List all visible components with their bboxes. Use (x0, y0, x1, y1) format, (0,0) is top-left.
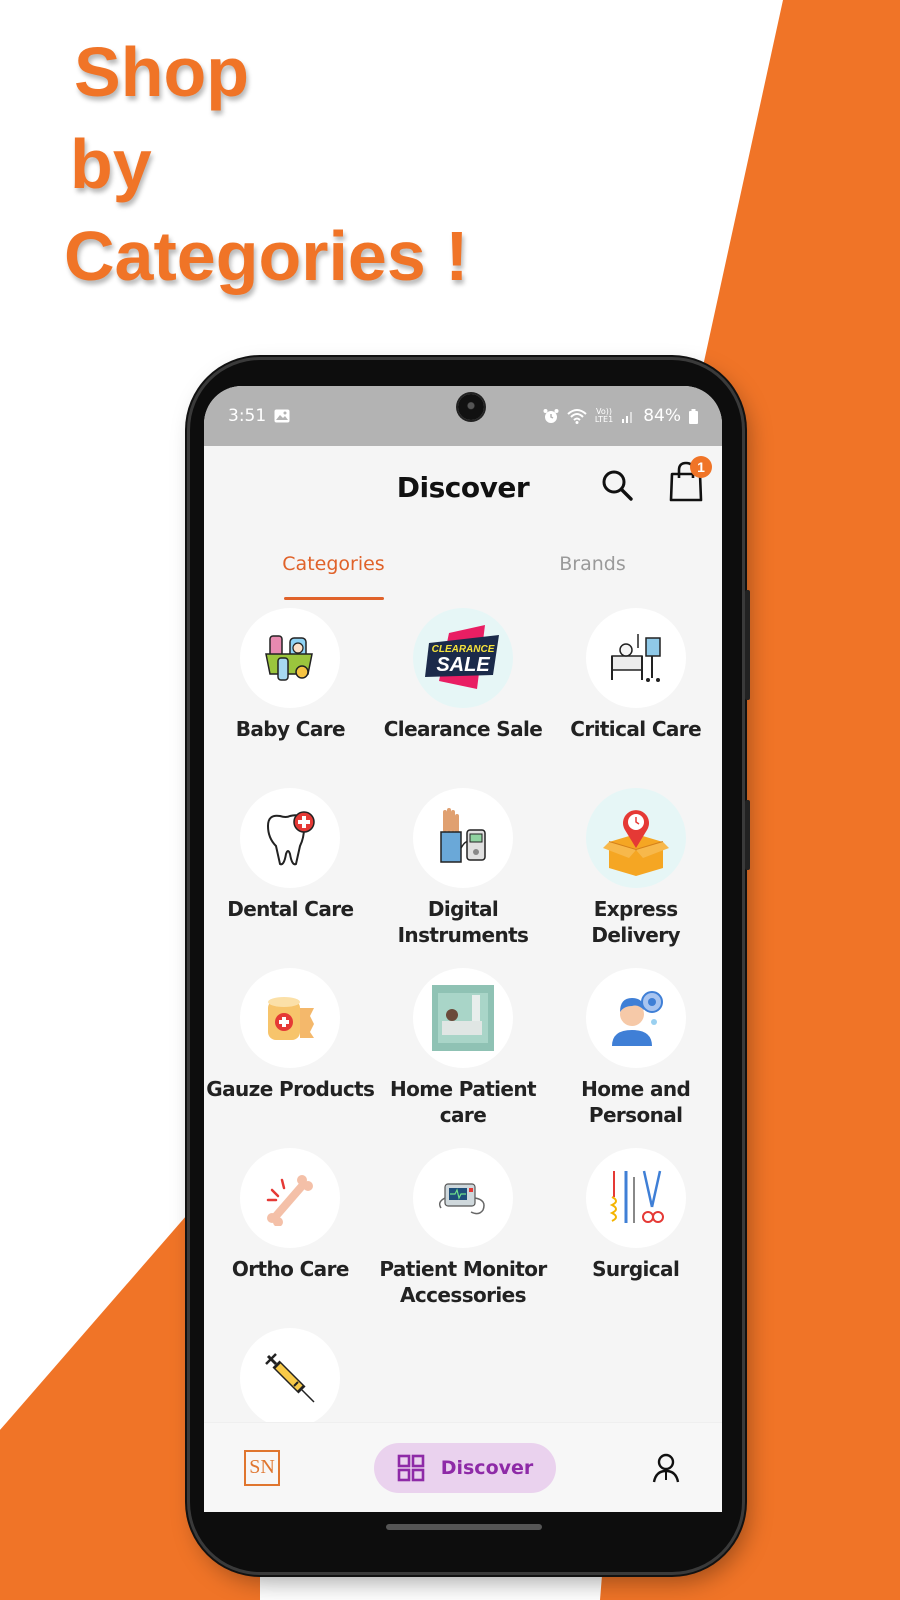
home-patient-care-icon (431, 985, 494, 1051)
category-icon-circle (585, 968, 686, 1068)
category-icon-circle (412, 968, 513, 1068)
profile-icon[interactable] (650, 1452, 682, 1484)
dental-care-icon (267, 811, 316, 866)
syringe-icon (265, 1353, 315, 1403)
volume-button (745, 590, 750, 700)
nav-discover-label: Discover (440, 1456, 534, 1479)
category-icon-circle (240, 788, 341, 888)
category-label: Gauze Products (206, 1077, 375, 1101)
status-bar: 3:51 Vo)) LTE1 84% (204, 386, 722, 446)
category-item[interactable]: Digital Instruments (377, 788, 550, 968)
tab-brands-label: Brands (559, 553, 626, 575)
category-grid: Baby Care CLEARANCE SALE Clearance Sale (204, 600, 722, 1508)
tab-bar: Categories Brands (204, 528, 722, 600)
category-item[interactable]: Baby Care (204, 608, 377, 788)
category-label: Express Delivery (591, 897, 680, 947)
category-label: Dental Care (227, 897, 354, 921)
category-item[interactable]: CLEARANCE SALE Clearance Sale (377, 608, 550, 788)
category-icon-circle (585, 608, 686, 708)
tab-categories-label: Categories (282, 553, 385, 575)
category-label: Clearance Sale (383, 717, 543, 741)
home-personal-icon (611, 991, 663, 1046)
digital-instruments-icon (440, 808, 486, 863)
promo-headline: Shop by Categories ! (64, 26, 469, 302)
category-label: Home Patient care (389, 1077, 537, 1127)
category-label: Ortho Care (231, 1257, 350, 1281)
category-icon-circle (412, 788, 513, 888)
category-icon-circle: CLEARANCE SALE (412, 608, 513, 708)
image-icon (274, 409, 290, 423)
category-label: Critical Care (570, 717, 702, 741)
power-button (745, 800, 750, 870)
category-item[interactable]: Home Patient care (377, 968, 550, 1148)
category-item[interactable]: Express Delivery (549, 788, 722, 968)
category-item[interactable]: Critical Care (549, 608, 722, 788)
category-label: Home and Personal (581, 1077, 691, 1127)
category-icon-circle (585, 1148, 686, 1248)
active-tab-indicator (283, 597, 384, 600)
category-item[interactable]: Patient Monitor Accessories (377, 1148, 550, 1328)
volte-icon: Vo)) LTE1 (594, 407, 614, 424)
critical-care-icon (610, 634, 661, 682)
headline-line-2: by (70, 125, 152, 203)
category-label: Digital Instruments (397, 897, 529, 947)
category-icon-circle (240, 608, 341, 708)
clearance-sale-icon: CLEARANCE SALE (424, 625, 499, 689)
page-title: Discover (396, 470, 530, 504)
category-icon-circle (585, 788, 686, 888)
wifi-icon (567, 409, 587, 424)
headline-line-3: Categories ! (64, 217, 469, 295)
phone-mockup: 3:51 Vo)) LTE1 84% Discover 1 Categories… (190, 360, 750, 1572)
status-time: 3:51 (228, 406, 267, 426)
bottom-navigation: SN Discover (204, 1422, 722, 1512)
gauze-products-icon (268, 997, 315, 1040)
tab-categories[interactable]: Categories (204, 528, 463, 600)
category-label: Patient Monitor Accessories (379, 1257, 547, 1307)
category-item[interactable]: Dental Care (204, 788, 377, 968)
category-item[interactable]: Home and Personal (549, 968, 722, 1148)
gesture-bar (386, 1524, 542, 1530)
app-header: Discover 1 (204, 446, 722, 528)
home-logo-button[interactable]: SN (244, 1449, 280, 1486)
svg-text:SALE: SALE (436, 654, 490, 676)
phone-screen: 3:51 Vo)) LTE1 84% Discover 1 Categories… (204, 386, 722, 1512)
cart-button[interactable]: 1 (666, 456, 712, 504)
category-icon-circle (240, 968, 341, 1068)
category-label: Surgical (592, 1257, 680, 1281)
category-item[interactable]: Surgical (549, 1148, 722, 1328)
category-item[interactable]: Ortho Care (204, 1148, 377, 1328)
patient-monitor-icon (438, 1183, 485, 1215)
surgical-icon (609, 1170, 664, 1223)
grid-icon (397, 1454, 425, 1481)
baby-care-icon (265, 635, 314, 681)
headline-line-1: Shop (74, 33, 249, 111)
alarm-icon (543, 409, 559, 423)
signal-icon (622, 412, 633, 423)
category-icon-circle (240, 1148, 341, 1248)
category-item[interactable]: Gauze Products (204, 968, 377, 1148)
ortho-care-icon (267, 1175, 314, 1226)
category-label: Baby Care (235, 717, 346, 741)
search-icon[interactable] (600, 468, 634, 502)
express-delivery-icon (602, 810, 669, 876)
battery-percent: 84% (643, 406, 681, 426)
nav-discover[interactable]: Discover (374, 1442, 556, 1493)
category-icon-circle (412, 1148, 513, 1248)
battery-icon (689, 408, 698, 424)
front-camera (458, 394, 484, 420)
category-icon-circle (240, 1328, 341, 1428)
tab-brands[interactable]: Brands (463, 528, 722, 600)
cart-count-badge: 1 (690, 456, 712, 478)
